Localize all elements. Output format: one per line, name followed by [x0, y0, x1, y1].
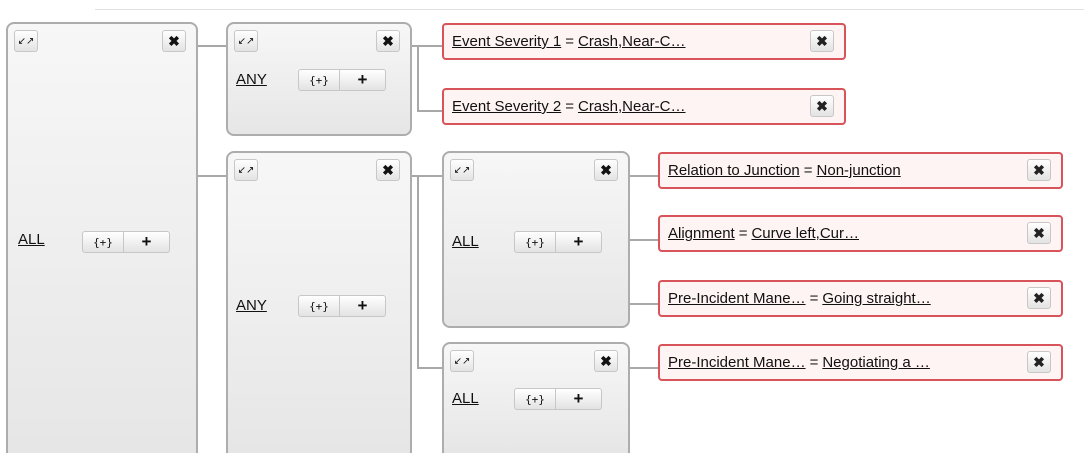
- condition-operator: =: [738, 225, 748, 242]
- group-operator[interactable]: ANY: [236, 297, 267, 314]
- condition-field[interactable]: Pre-Incident Mane…: [668, 354, 806, 371]
- close-icon[interactable]: ✖: [594, 350, 618, 372]
- group-actions: {+} +: [514, 388, 602, 410]
- condition-value[interactable]: Curve left,Cur…: [751, 225, 859, 242]
- condition-operator: =: [803, 162, 813, 179]
- condition-value[interactable]: Non-junction: [817, 162, 901, 179]
- condition-value[interactable]: Crash,Near-C…: [578, 98, 686, 115]
- close-icon[interactable]: ✖: [376, 159, 400, 181]
- close-icon[interactable]: ✖: [162, 30, 186, 52]
- add-rule-button[interactable]: +: [124, 231, 170, 253]
- condition-field[interactable]: Alignment: [668, 225, 735, 242]
- condition-value[interactable]: Going straight…: [822, 290, 930, 307]
- condition-value[interactable]: Crash,Near-C…: [578, 33, 686, 50]
- add-group-button[interactable]: {+}: [514, 231, 556, 253]
- group-root: ↙↗ ✖ ALL {+} +: [6, 22, 198, 453]
- group-operator[interactable]: ALL: [18, 231, 45, 248]
- condition-rule: Event Severity 2 = Crash,Near-C… ✖: [442, 88, 846, 125]
- add-rule-button[interactable]: +: [556, 388, 602, 410]
- condition-rule: Pre-Incident Mane… = Going straight… ✖: [658, 280, 1063, 317]
- condition-rule: Pre-Incident Mane… = Negotiating a … ✖: [658, 344, 1063, 381]
- collapse-icon[interactable]: ↙↗: [450, 350, 474, 372]
- close-icon[interactable]: ✖: [1027, 287, 1051, 309]
- group-operator[interactable]: ANY: [236, 71, 267, 88]
- add-group-button[interactable]: {+}: [298, 69, 340, 91]
- add-group-button[interactable]: {+}: [82, 231, 124, 253]
- condition-rule: Relation to Junction = Non-junction ✖: [658, 152, 1063, 189]
- add-group-button[interactable]: {+}: [298, 295, 340, 317]
- group-actions: {+} +: [82, 231, 170, 253]
- close-icon[interactable]: ✖: [1027, 351, 1051, 373]
- collapse-icon[interactable]: ↙↗: [450, 159, 474, 181]
- collapse-icon[interactable]: ↙↗: [14, 30, 38, 52]
- condition-field[interactable]: Event Severity 1: [452, 33, 561, 50]
- close-icon[interactable]: ✖: [810, 30, 834, 52]
- condition-operator: =: [565, 33, 574, 50]
- collapse-icon[interactable]: ↙↗: [234, 30, 258, 52]
- close-icon[interactable]: ✖: [1027, 222, 1051, 244]
- group-actions: {+} +: [298, 69, 386, 91]
- add-rule-button[interactable]: +: [556, 231, 602, 253]
- group-any-severity: ↙↗ ✖ ANY {+} +: [226, 22, 412, 136]
- close-icon[interactable]: ✖: [810, 95, 834, 117]
- close-icon[interactable]: ✖: [376, 30, 400, 52]
- close-icon[interactable]: ✖: [1027, 159, 1051, 181]
- condition-value[interactable]: Negotiating a …: [822, 354, 930, 371]
- group-actions: {+} +: [514, 231, 602, 253]
- condition-field[interactable]: Pre-Incident Mane…: [668, 290, 806, 307]
- condition-rule: Alignment = Curve left,Cur… ✖: [658, 215, 1063, 252]
- collapse-icon[interactable]: ↙↗: [234, 159, 258, 181]
- condition-operator: =: [809, 290, 819, 307]
- condition-rule: Event Severity 1 = Crash,Near-C… ✖: [442, 23, 846, 60]
- group-any-junction: ↙↗ ✖ ANY {+} +: [226, 151, 412, 453]
- close-icon[interactable]: ✖: [594, 159, 618, 181]
- add-rule-button[interactable]: +: [340, 295, 386, 317]
- condition-field[interactable]: Event Severity 2: [452, 98, 561, 115]
- condition-operator: =: [565, 98, 574, 115]
- group-all-maneuver: ↙↗ ✖ ALL {+} +: [442, 342, 630, 453]
- group-all-alignment: ↙↗ ✖ ALL {+} +: [442, 151, 630, 328]
- group-actions: {+} +: [298, 295, 386, 317]
- condition-field[interactable]: Relation to Junction: [668, 162, 800, 179]
- group-operator[interactable]: ALL: [452, 233, 479, 250]
- group-operator[interactable]: ALL: [452, 390, 479, 407]
- add-group-button[interactable]: {+}: [514, 388, 556, 410]
- add-rule-button[interactable]: +: [340, 69, 386, 91]
- condition-operator: =: [809, 354, 819, 371]
